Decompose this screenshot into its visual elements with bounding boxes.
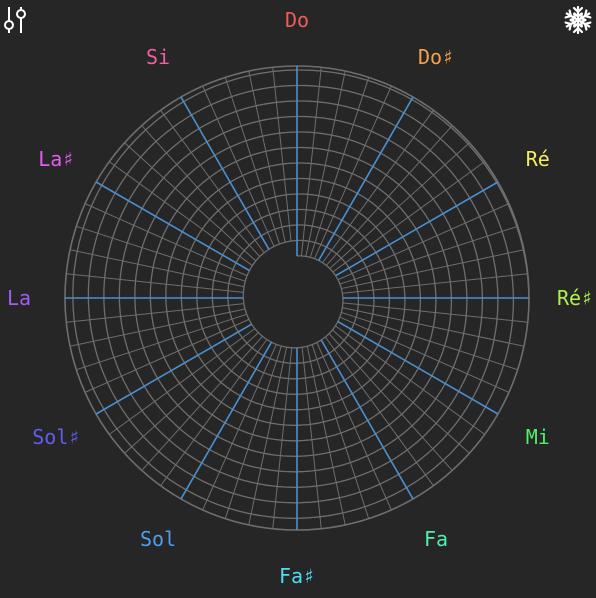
grid-spoke (224, 345, 282, 519)
semitone-line (335, 181, 499, 277)
grid-spoke (309, 77, 370, 258)
grid-spoke (84, 318, 250, 393)
grid-spoke (324, 336, 434, 486)
note-label-3[interactable]: Ré♯ (557, 288, 593, 308)
grid-spoke (109, 161, 253, 266)
grid-spoke (160, 339, 268, 486)
grid-spoke (337, 203, 510, 281)
grid-spoke (272, 347, 293, 529)
grid-spoke (272, 67, 292, 242)
tuner-app: Do Do♯ Ré Ré♯ Mi Fa Fa♯ Sol Sol♯ La La♯ Si (0, 0, 596, 598)
grid-spoke (322, 110, 434, 264)
center-hub (261, 262, 333, 334)
note-label-4[interactable]: Mi (526, 427, 550, 447)
note-label-7[interactable]: Sol (140, 529, 176, 549)
grid-spoke (311, 344, 370, 519)
grid-spoke (160, 110, 265, 254)
note-label-5[interactable]: Fa (424, 529, 448, 549)
note-label-9[interactable]: La (7, 288, 31, 308)
note-label-1[interactable]: Do♯ (418, 47, 454, 67)
grid-spoke (141, 335, 263, 471)
note-label-6[interactable]: Fa♯ (279, 566, 315, 586)
note-label-2[interactable]: Ré (526, 149, 550, 169)
grid-spoke (248, 70, 286, 243)
pitch-spiral-wheel (64, 65, 530, 531)
grid-spoke (314, 85, 392, 259)
grid-spoke (66, 273, 244, 293)
grid-spoke (84, 203, 248, 277)
note-label-11[interactable]: Si (146, 47, 170, 67)
grid-spoke (224, 77, 280, 245)
grid-spoke (109, 328, 256, 435)
note-label-8[interactable]: Sol♯ (32, 427, 80, 447)
grid-spoke (339, 316, 510, 393)
note-label-10[interactable]: La♯ (38, 149, 74, 169)
grid-spoke (69, 249, 245, 288)
grid-spoke (66, 303, 244, 323)
note-label-0[interactable]: Do (285, 10, 309, 30)
